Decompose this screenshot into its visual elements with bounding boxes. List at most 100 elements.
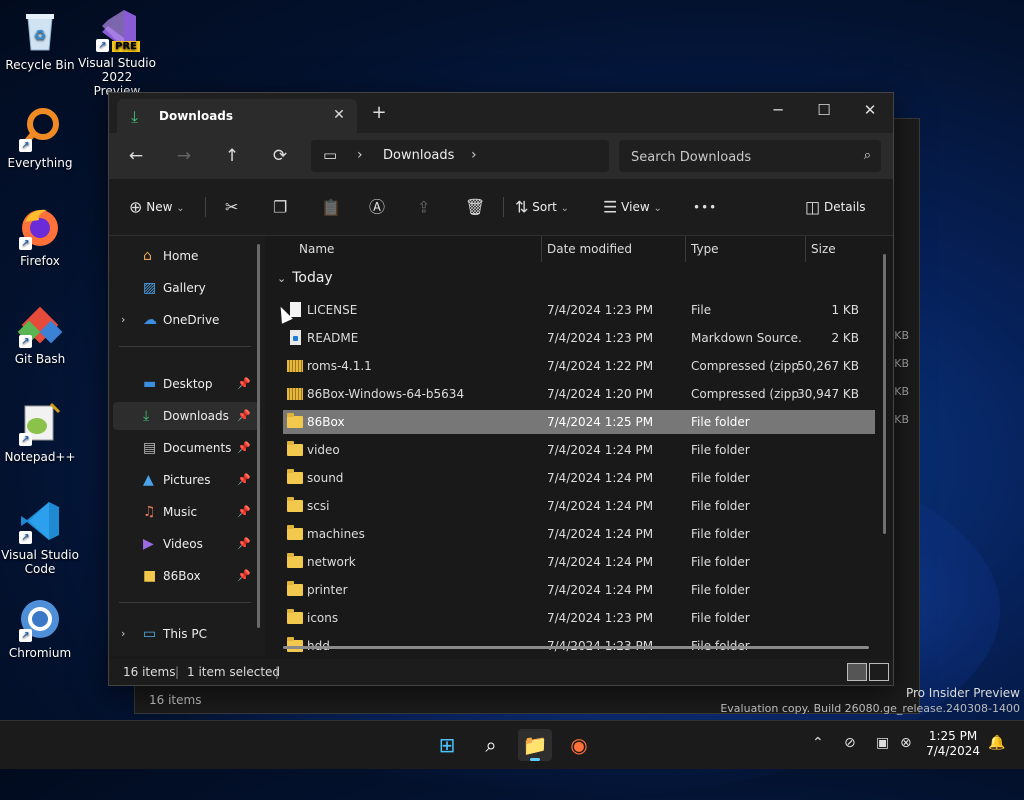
up-button[interactable]: ↑ — [217, 141, 247, 171]
folder-icon — [287, 438, 303, 462]
network-status-icon[interactable]: ⊘ — [844, 735, 856, 751]
vertical-scrollbar[interactable] — [883, 254, 886, 534]
forward-button[interactable]: → — [169, 141, 199, 171]
display-icon[interactable]: ▣ — [876, 735, 889, 751]
group-header-today[interactable]: ⌄ Today — [277, 270, 333, 286]
search-input[interactable] — [629, 146, 853, 168]
desktop-icon-chromium[interactable]: ↗ Chromium — [0, 596, 80, 660]
new-tab-button[interactable]: + — [367, 103, 391, 125]
rename-button[interactable]: Ⓐ — [369, 193, 385, 221]
horizontal-scrollbar[interactable] — [283, 646, 869, 649]
maximize-button[interactable]: ☐ — [801, 95, 847, 125]
close-button[interactable]: ✕ — [847, 95, 893, 125]
sidebar-item-home[interactable]: ⌂ Home — [113, 242, 259, 270]
file-row[interactable]: scsi 7/4/2024 1:24 PM File folder — [283, 494, 875, 518]
sidebar-item-gallery[interactable]: ▨ Gallery — [113, 274, 259, 302]
delete-button[interactable]: 🗑 — [465, 193, 485, 221]
sidebar-item-videos[interactable]: ▶ Videos 📌 — [113, 530, 259, 558]
desktop-icon-vscode[interactable]: ↗ Visual Studio Code — [0, 498, 80, 576]
sidebar-item-documents[interactable]: ▤ Documents 📌 — [113, 434, 259, 462]
minimize-button[interactable]: ─ — [755, 95, 801, 125]
copy-icon: ❐ — [273, 197, 288, 217]
desktop-icon-firefox[interactable]: ↗ Firefox — [0, 204, 80, 268]
large-icons-view-toggle-icon[interactable] — [869, 663, 889, 681]
column-header-size[interactable]: Size — [811, 236, 836, 262]
refresh-button[interactable]: ⟳ — [265, 141, 295, 171]
column-divider[interactable] — [805, 236, 806, 262]
sidebar-item-label: Gallery — [163, 281, 206, 295]
desktop-icon-git-bash[interactable]: ↗ Git Bash — [0, 302, 80, 366]
breadcrumb-separator-icon[interactable]: › — [471, 147, 477, 163]
share-button[interactable]: ⇪ — [417, 193, 430, 221]
paste-button[interactable]: 📋 — [321, 193, 341, 221]
taskbar-search-button[interactable]: ⌕ — [474, 729, 508, 761]
address-bar[interactable]: ▭ › Downloads › — [311, 140, 609, 172]
start-button[interactable]: ⊞ — [430, 729, 464, 761]
column-header-type[interactable]: Type — [691, 236, 719, 262]
sidebar-scrollbar[interactable] — [257, 244, 260, 628]
file-row[interactable]: network 7/4/2024 1:24 PM File folder — [283, 550, 875, 574]
pin-icon: 📌 — [237, 441, 251, 454]
sound-settings-icon[interactable]: ⊗ — [900, 735, 912, 751]
sidebar-item-desktop[interactable]: ▬ Desktop 📌 — [113, 370, 259, 398]
sidebar-item-music[interactable]: ♫ Music 📌 — [113, 498, 259, 526]
search-box[interactable]: ⌕ — [619, 140, 881, 172]
expand-chevron-icon[interactable]: › — [121, 306, 125, 334]
desktop-icon-recycle-bin[interactable]: ♻ Recycle Bin — [0, 8, 80, 72]
file-row[interactable]: README 7/4/2024 1:23 PM Markdown Source...… — [283, 326, 875, 350]
folder-icon — [287, 466, 303, 490]
title-bar[interactable]: ⤓ Downloads ✕ + ─ ☐ ✕ — [109, 93, 893, 133]
navigation-pane[interactable]: ⌂ Home ▨ Gallery › ☁ OneDrive ▬ Desktop … — [109, 236, 265, 656]
shortcut-arrow-icon: ↗ — [19, 531, 32, 544]
details-pane-icon: ◫ — [805, 197, 821, 217]
details-button[interactable]: ◫ Details — [805, 193, 866, 221]
copy-button[interactable]: ❐ — [273, 193, 287, 221]
chevron-down-icon: ⌄ — [176, 203, 185, 214]
clock[interactable]: 1:25 PM 7/4/2024 — [926, 729, 980, 759]
svg-text:♻: ♻ — [34, 28, 47, 44]
desktop-icon-everything[interactable]: ↗ Everything — [0, 106, 80, 170]
taskbar-firefox[interactable]: ◉ — [562, 729, 596, 761]
tab-close-button[interactable]: ✕ — [329, 105, 349, 125]
icon-shape — [287, 441, 303, 456]
file-row[interactable]: LICENSE 7/4/2024 1:23 PM File 1 KB — [283, 298, 875, 322]
file-row[interactable]: roms-4.1.1 7/4/2024 1:22 PM Compressed (zi… — [283, 354, 875, 378]
tab-downloads[interactable]: ⤓ Downloads ✕ — [117, 99, 357, 133]
sort-button[interactable]: ⇅ Sort ⌄ — [515, 193, 569, 221]
sidebar-item-this-pc[interactable]: › ▭ This PC — [113, 620, 259, 648]
file-row[interactable]: 86Box-Windows-64-b5634 7/4/2024 1:20 PM Co… — [283, 382, 875, 406]
tray-overflow-chevron-icon[interactable]: ⌃ — [812, 735, 824, 751]
file-row[interactable]: sound 7/4/2024 1:24 PM File folder — [283, 466, 875, 490]
expand-chevron-icon[interactable]: › — [121, 620, 125, 648]
breadcrumb-separator-icon[interactable]: › — [357, 147, 363, 163]
file-row[interactable]: icons 7/4/2024 1:23 PM File folder — [283, 606, 875, 630]
column-header-date[interactable]: Date modified — [547, 236, 632, 262]
new-button[interactable]: ⊕ New ⌄ — [129, 193, 185, 221]
gallery-icon: ▨ — [143, 280, 157, 296]
sidebar-item-86box[interactable]: ■ 86Box 📌 — [113, 562, 259, 590]
view-button[interactable]: ☰ View ⌄ — [603, 193, 662, 221]
sidebar-item-onedrive[interactable]: › ☁ OneDrive — [113, 306, 259, 334]
file-explorer-window[interactable]: ⤓ Downloads ✕ + ─ ☐ ✕ ← → ↑ ⟳ ▭ › Downlo… — [108, 92, 894, 686]
file-list[interactable]: Name Date modified Type Size ⌄ Today LICE… — [267, 236, 893, 656]
file-row[interactable]: 86Box 7/4/2024 1:25 PM File folder — [283, 410, 875, 434]
desktop-icon-notepad-plus-plus[interactable]: ↗ Notepad++ — [0, 400, 80, 464]
details-view-toggle-icon[interactable] — [847, 663, 867, 681]
desktop-icon-visual-studio[interactable]: PRE ↗ Visual Studio 2022 Preview — [77, 6, 157, 98]
notifications-bell-icon[interactable]: 🔔 — [988, 735, 1005, 751]
more-options-button[interactable]: ••• — [693, 193, 717, 221]
file-row[interactable]: printer 7/4/2024 1:24 PM File folder — [283, 578, 875, 602]
column-header-name[interactable]: Name — [299, 236, 334, 262]
back-button[interactable]: ← — [121, 141, 151, 171]
breadcrumb-downloads[interactable]: Downloads — [383, 148, 454, 163]
file-row[interactable]: video 7/4/2024 1:24 PM File folder — [283, 438, 875, 462]
file-row[interactable]: machines 7/4/2024 1:24 PM File folder — [283, 522, 875, 546]
sidebar-item-downloads[interactable]: ⤓ Downloads 📌 — [113, 402, 259, 430]
sidebar-item-pictures[interactable]: ▲ Pictures 📌 — [113, 466, 259, 494]
cut-button[interactable]: ✂ — [225, 193, 238, 221]
column-divider[interactable] — [541, 236, 542, 262]
file-name: 86Box-Windows-64-b5634 — [307, 387, 465, 401]
column-divider[interactable] — [685, 236, 686, 262]
taskbar-file-explorer[interactable]: 📁 — [518, 729, 552, 761]
shortcut-arrow-icon: ↗ — [19, 629, 32, 642]
